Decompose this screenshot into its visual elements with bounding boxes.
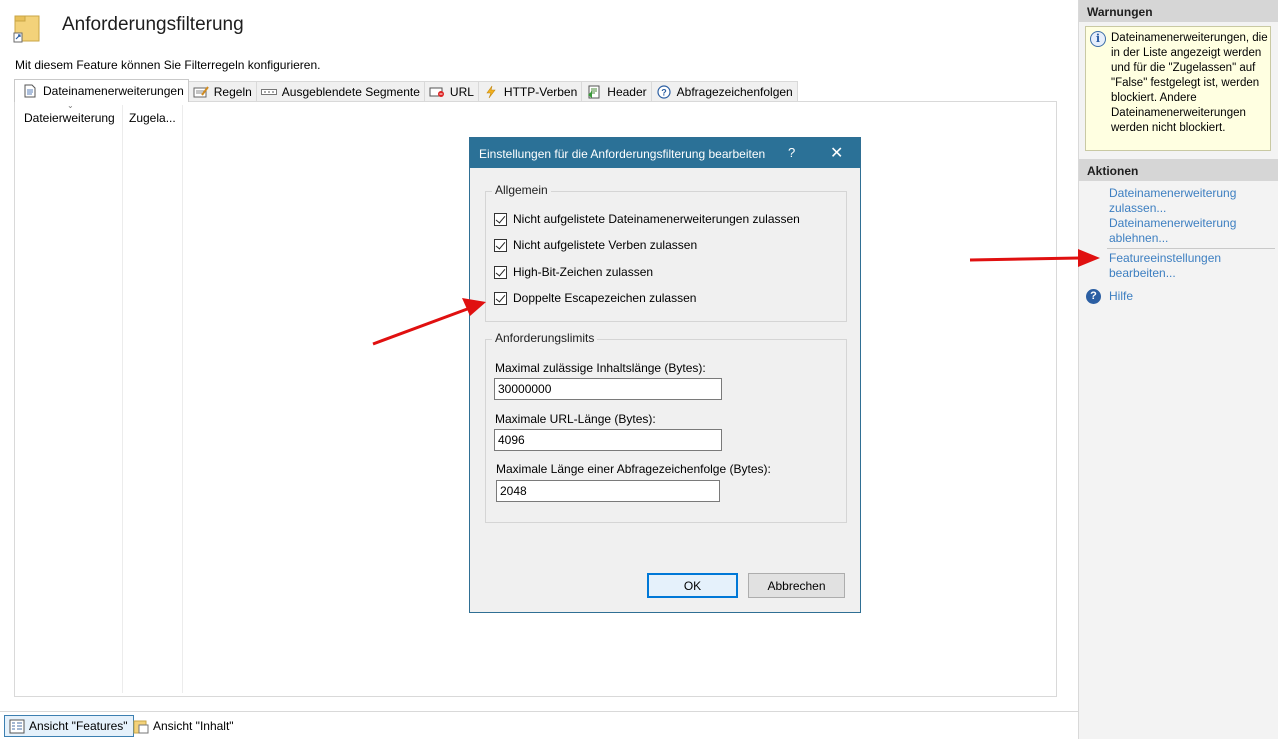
checkbox-label: High-Bit-Zeichen zulassen [513, 265, 654, 279]
checkbox-label: Nicht aufgelistete Dateinamenerweiterung… [513, 212, 800, 226]
max-content-length-label: Maximal zulässige Inhaltslänge (Bytes): [495, 361, 706, 375]
page-title: Anforderungsfilterung [62, 14, 244, 35]
dialog-help-button[interactable]: ? [788, 145, 795, 160]
action-deny-extension[interactable]: Dateinamenerweiterung ablehnen... [1109, 216, 1269, 246]
column-dateierweiterung: Dateierweiterung ⌄ [18, 101, 123, 693]
limits-group-label: Anforderungslimits [492, 331, 598, 345]
segments-icon [260, 85, 277, 99]
checkbox-allow-high-bit[interactable]: High-Bit-Zeichen zulassen [494, 264, 653, 280]
url-icon [429, 85, 445, 99]
folder-filter-icon [13, 13, 41, 43]
tab-url[interactable]: URL [423, 81, 479, 102]
max-content-length-input[interactable] [494, 378, 722, 400]
tab-dateinamenerweiterungen[interactable]: Dateinamenerweiterungen [14, 79, 189, 102]
tab-regeln[interactable]: Regeln [187, 81, 257, 102]
header-icon [586, 85, 602, 99]
tab-abfragezeichenfolgen[interactable]: ? Abfragezeichenfolgen [650, 81, 798, 102]
tab-label: URL [449, 85, 474, 99]
ok-button[interactable]: OK [647, 573, 738, 598]
info-icon: i [1090, 31, 1106, 47]
max-query-string-label: Maximale Länge einer Abfragezeichenfolge… [496, 462, 771, 476]
tab-label: Regeln [213, 85, 252, 99]
checkbox[interactable] [494, 265, 507, 279]
actions-header: Aktionen [1079, 159, 1278, 181]
tab-label: Dateinamenerweiterungen [43, 84, 184, 98]
question-icon: ? [656, 85, 672, 99]
rules-icon [193, 85, 209, 99]
checkbox[interactable] [494, 291, 507, 305]
checkbox-allow-double-escaping[interactable]: Doppelte Escapezeichen zulassen [494, 290, 696, 306]
svg-text:?: ? [661, 88, 667, 98]
max-url-length-input[interactable] [494, 429, 722, 451]
actions-separator [1107, 248, 1275, 249]
column-header-dateierweiterung[interactable]: Dateierweiterung [24, 111, 115, 125]
column-zugelassen: Zugela... [123, 105, 183, 693]
tab-label: HTTP-Verben [503, 85, 578, 99]
max-url-length-label: Maximale URL-Länge (Bytes): [495, 412, 656, 426]
tab-strip: Dateinamenerweiterungen Regeln Ausgeblen… [14, 79, 798, 102]
column-header-zugelassen[interactable]: Zugela... [129, 111, 176, 125]
checkbox-allow-unlisted-extensions[interactable]: Nicht aufgelistete Dateinamenerweiterung… [494, 211, 800, 227]
checkbox-allow-unlisted-verbs[interactable]: Nicht aufgelistete Verben zulassen [494, 237, 697, 253]
action-help[interactable]: Hilfe [1109, 289, 1269, 304]
lightning-icon [483, 85, 499, 99]
tab-label: Header [607, 85, 647, 99]
tab-http-verben[interactable]: HTTP-Verben [477, 81, 583, 102]
tab-ausgeblendete-segmente[interactable]: Ausgeblendete Segmente [255, 81, 425, 102]
checkbox[interactable] [494, 212, 507, 226]
features-view-button[interactable]: Ansicht "Features" [4, 715, 134, 737]
warnings-header: Warnungen [1079, 0, 1278, 22]
content-view-button[interactable]: Ansicht "Inhalt" [129, 715, 239, 737]
features-view-icon [9, 719, 25, 733]
help-icon: ? [1086, 289, 1101, 304]
sort-chevron-icon: ⌄ [67, 101, 74, 110]
tab-label: Ausgeblendete Segmente [281, 85, 420, 99]
content-view-icon [133, 720, 149, 733]
features-view-label: Ansicht "Features" [29, 719, 128, 733]
content-view-label: Ansicht "Inhalt" [153, 719, 234, 733]
view-switcher: Ansicht "Features" Ansicht "Inhalt" [0, 711, 1078, 739]
edit-settings-dialog: Einstellungen für die Anforderungsfilter… [469, 137, 861, 613]
general-group-label: Allgemein [492, 183, 551, 197]
action-allow-extension[interactable]: Dateinamenerweiterung zulassen... [1109, 186, 1269, 216]
tab-header[interactable]: Header [581, 81, 652, 102]
checkbox-label: Doppelte Escapezeichen zulassen [513, 291, 697, 305]
checkbox[interactable] [494, 238, 507, 252]
warning-box: i Dateinamenerweiterungen, die in der Li… [1085, 26, 1271, 151]
warning-text: Dateinamenerweiterungen, die in der List… [1111, 32, 1268, 134]
cancel-button[interactable]: Abbrechen [748, 573, 845, 598]
dialog-title: Einstellungen für die Anforderungsfilter… [479, 147, 766, 161]
checkbox-label: Nicht aufgelistete Verben zulassen [513, 238, 698, 252]
actions-pane: Warnungen i Dateinamenerweiterungen, die… [1078, 0, 1278, 739]
file-icon [22, 84, 38, 98]
max-query-string-input[interactable] [496, 480, 720, 502]
tab-label: Abfragezeichenfolgen [676, 85, 793, 99]
page-description: Mit diesem Feature können Sie Filterrege… [15, 58, 321, 72]
dialog-titlebar: Einstellungen für die Anforderungsfilter… [470, 138, 860, 168]
action-edit-feature-settings[interactable]: Featureeinstellungen bearbeiten... [1109, 251, 1269, 281]
dialog-close-button[interactable]: ✕ [830, 143, 843, 163]
